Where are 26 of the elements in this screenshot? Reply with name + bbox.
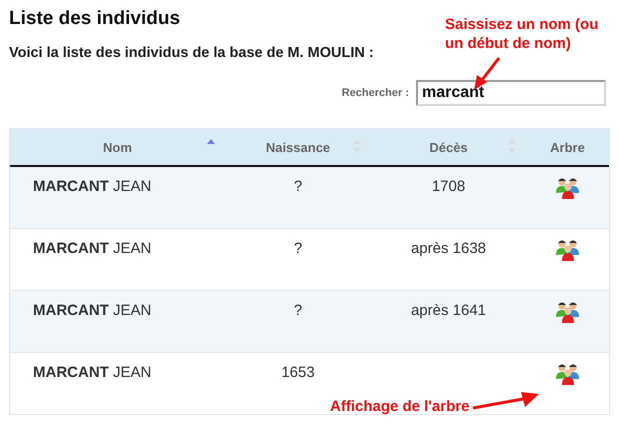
table-cell: après 1641	[410, 302, 486, 319]
table-cell: 1708	[432, 178, 466, 195]
table-cell: ?	[294, 302, 302, 319]
table-cell: ?	[294, 240, 302, 257]
annotation-text: Affichage de l'arbre	[330, 398, 470, 415]
column-header[interactable]: Décès	[429, 140, 468, 154]
search-label: Rechercher :	[342, 87, 409, 99]
search-field[interactable]: marcant	[416, 80, 606, 106]
column-header[interactable]: Nom	[103, 140, 132, 154]
table-cell: MARCANT JEAN	[33, 178, 152, 195]
column-header[interactable]: Arbre	[550, 140, 585, 154]
people-icon[interactable]	[556, 177, 580, 199]
page-title: Liste des individus	[9, 8, 180, 30]
table-cell: MARCANT JEAN	[33, 240, 152, 257]
table-cell: MARCANT JEAN	[33, 364, 152, 381]
column-header[interactable]: Naissance	[266, 140, 330, 154]
table-cell: après 1638	[410, 240, 486, 257]
people-icon[interactable]	[556, 301, 580, 323]
people-icon[interactable]	[556, 239, 580, 261]
table-cell: 1653	[281, 364, 315, 381]
table-cell: ?	[294, 178, 302, 195]
people-icon[interactable]	[556, 363, 580, 385]
table-cell: MARCANT JEAN	[33, 302, 152, 319]
arrow	[471, 390, 542, 412]
annotation-text: Saissisez un nom (ou un début de nom)	[445, 16, 598, 52]
subtitle: Voici la liste des individus de la base de M. MOULIN :	[9, 45, 374, 61]
